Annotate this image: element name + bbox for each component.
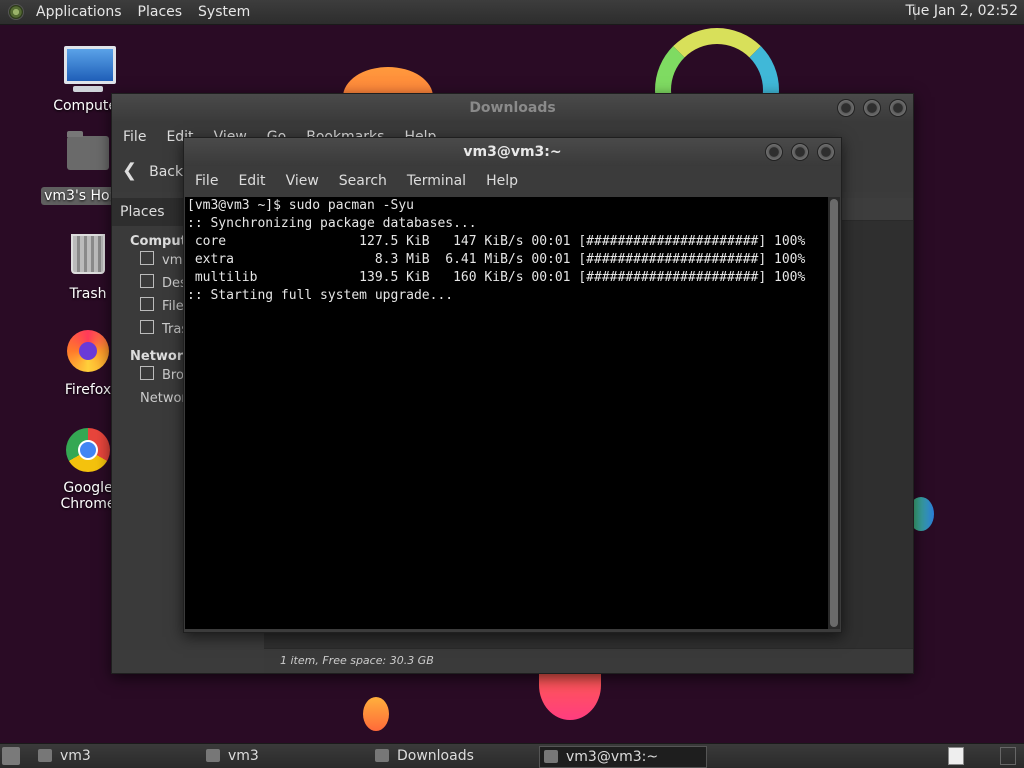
window-title: vm3@vm3:~	[463, 144, 562, 160]
maximize-button[interactable]	[863, 99, 881, 117]
home-icon	[140, 251, 154, 265]
menu-search[interactable]: Search	[329, 166, 397, 196]
menu-file[interactable]: File	[113, 122, 156, 152]
trash-icon	[140, 320, 154, 334]
terminal-line: :: Synchronizing package databases...	[187, 216, 477, 231]
menu-edit[interactable]: Edit	[228, 166, 275, 196]
home-folder-icon	[38, 749, 52, 762]
applications-menu[interactable]: Applications	[28, 4, 130, 20]
home-folder-icon	[206, 749, 220, 762]
close-button[interactable]	[817, 143, 835, 161]
scrollbar-thumb[interactable]	[830, 199, 838, 627]
top-panel: Applications Places System Tue Jan 2, 02…	[0, 0, 1024, 25]
terminal-line: multilib 139.5 KiB 160 KiB/s 00:01 [####…	[187, 270, 806, 285]
chrome-icon	[64, 428, 112, 476]
taskbar-item[interactable]: Downloads	[371, 746, 557, 766]
terminal-icon	[544, 750, 558, 763]
home-folder-icon	[64, 131, 112, 184]
folder-icon	[375, 749, 389, 762]
taskbar-item[interactable]: vm3	[202, 746, 388, 766]
taskbar-item-label: vm3	[228, 748, 259, 764]
wallpaper-orb	[363, 697, 389, 731]
statusbar: 1 item, Free space: 30.3 GB	[264, 648, 913, 673]
arrow-left-icon: ❮	[122, 160, 138, 181]
menu-view[interactable]: View	[276, 166, 329, 196]
minimize-button[interactable]	[837, 99, 855, 117]
minimize-button[interactable]	[765, 143, 783, 161]
back-label: Back	[149, 164, 184, 180]
bottom-panel: vm3 vm3 Downloads vm3@vm3:~	[0, 743, 1024, 768]
firefox-icon	[64, 330, 112, 378]
desktop-icon-label: Firefox	[64, 382, 112, 398]
menu-terminal[interactable]: Terminal	[397, 166, 476, 196]
workspace-1[interactable]	[948, 747, 964, 765]
menu-help[interactable]: Help	[476, 166, 528, 196]
menu-file[interactable]: File	[185, 166, 228, 196]
drive-icon	[140, 297, 154, 311]
distro-logo-icon[interactable]	[8, 4, 24, 20]
taskbar-item-label: vm3	[60, 748, 91, 764]
terminal-window[interactable]: vm3@vm3:~ File Edit View Search Terminal…	[183, 137, 842, 633]
taskbar-item-label: Downloads	[397, 748, 474, 764]
system-menu[interactable]: System	[190, 4, 258, 20]
menubar: File Edit View Search Terminal Help	[184, 166, 841, 196]
maximize-button[interactable]	[791, 143, 809, 161]
show-desktop-button[interactable]	[2, 747, 20, 765]
terminal-line: :: Starting full system upgrade...	[187, 288, 454, 303]
desktop-icon	[140, 274, 154, 288]
places-menu[interactable]: Places	[130, 4, 191, 20]
trash-icon	[64, 234, 112, 282]
back-button[interactable]: ❮ Back	[122, 160, 183, 181]
network-icon	[140, 366, 154, 380]
window-title: Downloads	[469, 100, 556, 116]
taskbar-item-active[interactable]: vm3@vm3:~	[539, 746, 707, 768]
terminal-line: [vm3@vm3 ~]$ sudo pacman -Syu	[187, 198, 414, 213]
desktop-icon-label: Google Chrome	[60, 480, 116, 512]
scrollbar[interactable]	[828, 197, 840, 629]
terminal-output[interactable]: [vm3@vm3 ~]$ sudo pacman -Syu:: Synchron…	[185, 197, 829, 629]
terminal-line: core 127.5 KiB 147 KiB/s 00:01 [########…	[187, 234, 806, 249]
close-button[interactable]	[889, 99, 907, 117]
desktop-icon-label: Trash	[69, 286, 107, 302]
taskbar-item-label: vm3@vm3:~	[566, 749, 659, 765]
workspace-2[interactable]	[1000, 747, 1016, 765]
window-titlebar[interactable]: vm3@vm3:~	[184, 138, 841, 166]
clock[interactable]: Tue Jan 2, 02:52	[905, 3, 1018, 19]
terminal-line: extra 8.3 MiB 6.41 MiB/s 00:01 [########…	[187, 252, 806, 267]
taskbar-item[interactable]: vm3	[34, 746, 220, 766]
window-titlebar[interactable]: Downloads	[112, 94, 913, 122]
computer-icon	[64, 46, 116, 94]
